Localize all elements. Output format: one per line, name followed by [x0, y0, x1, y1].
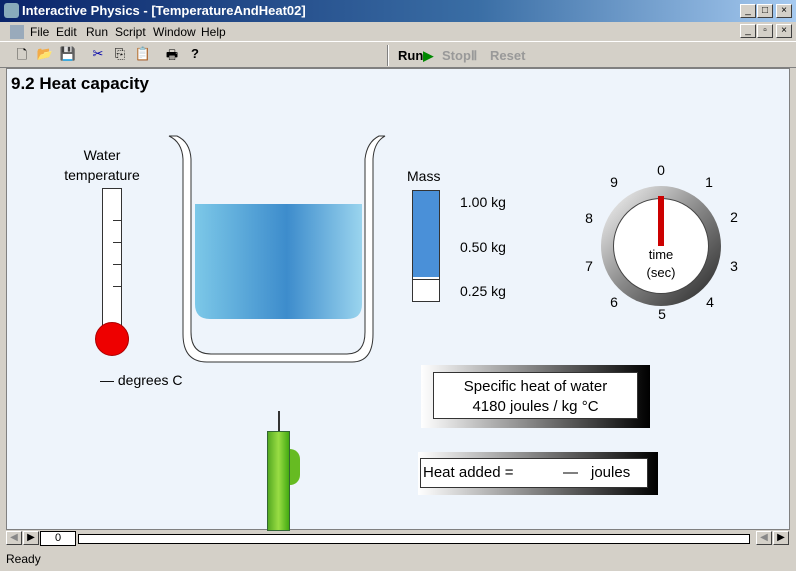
maximize-button[interactable]: □	[757, 4, 773, 18]
clock-label-line2: (sec)	[646, 265, 676, 280]
step-forward-button[interactable]: ▶	[23, 531, 39, 545]
doc-restore-button[interactable]: ▫	[757, 24, 773, 38]
clock-number: 1	[705, 174, 713, 190]
toolbar-divider	[387, 45, 389, 66]
mass-slider[interactable]	[412, 190, 440, 302]
run-label: Run	[398, 48, 424, 63]
toolbar: 🗋 📂 💾 ✂ ⎘ 📋 🖶 ? Run▶ StopⅡ Reset	[0, 43, 796, 68]
burner[interactable]	[267, 431, 290, 531]
doc-close-button[interactable]: ×	[776, 24, 792, 38]
clock-number: 4	[706, 294, 714, 310]
new-icon[interactable]: 🗋	[12, 46, 32, 64]
clock-hand	[658, 196, 664, 246]
menu-help[interactable]: Help	[201, 25, 226, 39]
menu-bar: File Edit Run Script Window Help _ ▫ ×	[0, 22, 796, 42]
heat-added-panel: Heat added = — joules	[418, 452, 658, 495]
step-back-button[interactable]: ◀	[6, 531, 22, 545]
paste-icon[interactable]: 📋	[133, 46, 153, 64]
menu-window[interactable]: Window	[153, 25, 196, 39]
stop-label: Stop	[442, 48, 471, 63]
mass-option-1kg[interactable]: 1.00 kg	[460, 194, 506, 210]
thermometer-tube	[102, 188, 122, 328]
open-icon[interactable]: 📂	[35, 46, 55, 64]
clock-number: 6	[610, 294, 618, 310]
timeline-bar: ◀ ▶ 0 ◀ ▶	[6, 531, 790, 547]
status-bar-text: Ready	[6, 552, 41, 566]
clock-number: 0	[657, 162, 665, 178]
specific-heat-panel: Specific heat of water 4180 joules / kg …	[421, 365, 650, 428]
simulation-canvas[interactable]: 9.2 Heat capacity Water temperature — de…	[6, 68, 790, 531]
doc-minimize-button[interactable]: _	[740, 24, 756, 38]
pause-icon: Ⅱ	[470, 48, 478, 63]
burner-knob[interactable]	[290, 449, 300, 485]
heat-added-unit: joules	[591, 464, 631, 481]
run-button[interactable]: Run▶	[398, 48, 433, 64]
fast-forward-button[interactable]: ▶	[773, 531, 789, 545]
document-icon[interactable]	[10, 25, 24, 39]
cut-icon[interactable]: ✂	[88, 46, 108, 64]
clock-number: 5	[658, 306, 666, 322]
page-title: 9.2 Heat capacity	[11, 74, 149, 93]
thermometer-label-line1: Water	[83, 147, 121, 163]
clock-number: 8	[585, 210, 593, 226]
thermometer-label: Water temperature	[57, 145, 147, 185]
close-button[interactable]: ×	[776, 4, 792, 18]
beaker	[168, 135, 386, 363]
mass-option-025kg[interactable]: 0.25 kg	[460, 283, 506, 299]
thermometer-label-line2: temperature	[64, 167, 140, 183]
mass-label: Mass	[407, 168, 441, 184]
clock-number: 9	[610, 174, 618, 190]
mass-option-05kg[interactable]: 0.50 kg	[460, 239, 506, 255]
burner-wick	[278, 411, 280, 433]
stop-button[interactable]: StopⅡ	[442, 48, 477, 64]
heat-added-value: —	[563, 464, 578, 481]
app-icon	[4, 3, 19, 18]
clock-number: 2	[730, 209, 738, 225]
timeline-slider[interactable]	[78, 534, 750, 544]
menu-script[interactable]: Script	[115, 25, 146, 39]
save-icon[interactable]: 💾	[58, 46, 78, 64]
specific-heat-line2: 4180 joules / kg °C	[472, 398, 599, 415]
specific-heat-line1: Specific heat of water	[463, 378, 608, 395]
water	[195, 204, 362, 319]
menu-file[interactable]: File	[30, 25, 49, 39]
menu-run[interactable]: Run	[86, 25, 108, 39]
play-icon: ▶	[423, 48, 434, 63]
title-bar: Interactive Physics - [TemperatureAndHea…	[0, 0, 796, 22]
thermometer-bulb	[95, 322, 129, 356]
copy-icon[interactable]: ⎘	[110, 46, 130, 64]
frame-counter[interactable]: 0	[40, 531, 76, 546]
heat-added-label: Heat added =	[423, 464, 514, 481]
help-icon[interactable]: ?	[185, 46, 205, 64]
clock-number: 7	[585, 258, 593, 274]
clock-dial: time (sec)	[601, 186, 721, 306]
clock-number: 3	[730, 258, 738, 274]
reset-button[interactable]: Reset	[490, 48, 525, 63]
menu-edit[interactable]: Edit	[56, 25, 77, 39]
window-title: Interactive Physics - [TemperatureAndHea…	[22, 3, 306, 18]
rewind-button[interactable]: ◀	[756, 531, 772, 545]
minimize-button[interactable]: _	[740, 4, 756, 18]
clock-label-line1: time	[648, 247, 674, 262]
print-icon[interactable]: 🖶	[162, 46, 182, 64]
temperature-reading: — degrees C	[100, 372, 183, 388]
